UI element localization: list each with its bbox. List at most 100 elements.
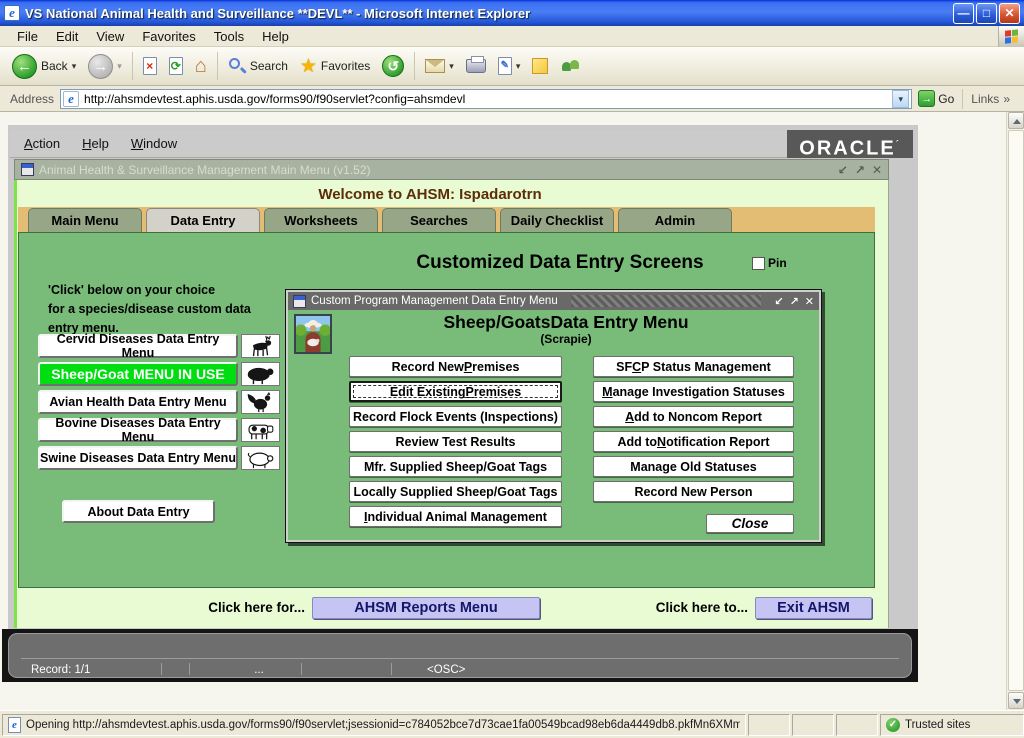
sheep-icon	[241, 362, 280, 386]
home-button[interactable]: ⌂	[189, 52, 213, 81]
messenger-button[interactable]	[554, 55, 588, 77]
address-url: http://ahsmdevtest.aphis.usda.gov/forms9…	[84, 92, 892, 106]
back-button[interactable]: ← Back ▾	[6, 51, 82, 82]
address-label: Address	[4, 92, 60, 106]
add-to-noncom-report-button[interactable]: Add to Noncom Report	[593, 406, 794, 427]
status-text: Opening http://ahsmdevtest.aphis.usda.go…	[26, 719, 740, 731]
scroll-up-button[interactable]	[1008, 112, 1024, 129]
stop-button[interactable]: ×	[137, 54, 163, 78]
pin-checkbox[interactable]	[752, 257, 765, 270]
toolbar-separator	[414, 52, 415, 80]
mail-dropdown-icon[interactable]: ▾	[449, 61, 454, 72]
scroll-down-button[interactable]	[1008, 692, 1024, 709]
record-indicator: Record: 1/1	[31, 664, 90, 676]
oracle-menu-help[interactable]: Help	[82, 136, 109, 151]
add-to-notification-report-button[interactable]: Add to Notification Report	[593, 431, 794, 452]
discuss-button[interactable]	[526, 55, 554, 77]
menu-favorites[interactable]: Favorites	[133, 27, 204, 46]
forward-button[interactable]: → ▾	[82, 51, 128, 82]
exit-ahsm-button[interactable]: Exit AHSM	[755, 597, 872, 619]
favorites-label: Favorites	[321, 59, 370, 73]
mdi-minimize-icon[interactable]: ↙	[838, 163, 848, 177]
ahsm-reports-menu-button[interactable]: AHSM Reports Menu	[312, 597, 540, 619]
back-label: Back	[41, 59, 68, 73]
avian-menu-button[interactable]: Avian Health Data Entry Menu	[38, 390, 238, 414]
manage-old-statuses-button[interactable]: Manage Old Statuses	[593, 456, 794, 477]
vertical-scrollbar[interactable]	[1006, 112, 1024, 710]
history-button[interactable]: ↺	[376, 52, 410, 80]
close-button[interactable]: ✕	[999, 3, 1020, 24]
edit-existing-premises-button[interactable]: Edit Existing Premises	[349, 381, 562, 402]
browser-window: e VS National Animal Health and Surveill…	[0, 0, 1024, 738]
review-test-results-button[interactable]: Review Test Results	[349, 431, 562, 452]
go-icon: →	[918, 90, 935, 107]
custom-program-dialog: Custom Program Management Data Entry Men…	[285, 289, 822, 543]
minimize-button[interactable]: —	[953, 3, 974, 24]
record-flock-events-button[interactable]: Record Flock Events (Inspections)	[349, 406, 562, 427]
go-button[interactable]: → Go	[912, 90, 962, 107]
trusted-sites-check-icon: ✓	[886, 718, 900, 732]
about-data-entry-button[interactable]: About Data Entry	[62, 500, 215, 523]
pin-checkbox-group: Pin	[752, 256, 787, 270]
maximize-button[interactable]: □	[976, 3, 997, 24]
search-button[interactable]: Search	[222, 54, 294, 78]
print-button[interactable]	[460, 56, 492, 76]
cervid-menu-button[interactable]: Cervid Diseases Data Entry Menu	[38, 334, 238, 358]
address-dropdown-icon[interactable]: ▾	[892, 90, 909, 108]
tab-daily-checklist[interactable]: Daily Checklist	[500, 208, 614, 232]
tab-main-menu[interactable]: Main Menu	[28, 208, 142, 232]
dialog-heading: Sheep/GoatsData Entry Menu (Scrapie)	[356, 312, 776, 346]
edit-button[interactable]: ✎ ▾	[492, 54, 527, 78]
status-divider	[21, 658, 899, 659]
links-button[interactable]: Links »	[962, 89, 1020, 109]
home-icon: ⌂	[195, 55, 207, 78]
loading-page-icon: e	[8, 717, 21, 733]
tab-strip: Main Menu Data Entry Worksheets Searches…	[18, 207, 875, 232]
window-title: VS National Animal Health and Surveillan…	[25, 6, 951, 21]
address-input[interactable]: e http://ahsmdevtest.aphis.usda.gov/form…	[60, 89, 912, 109]
tab-worksheets[interactable]: Worksheets	[264, 208, 378, 232]
oracle-menubar: Action Help Window	[10, 130, 787, 158]
individual-animal-management-button[interactable]: Individual Animal Management	[349, 506, 562, 527]
mdi-restore-icon[interactable]: ↗	[855, 163, 865, 177]
oracle-menu-window[interactable]: Window	[131, 136, 177, 151]
oracle-menu-action[interactable]: Action	[24, 136, 60, 151]
dialog-close-button[interactable]: Close	[706, 514, 794, 533]
shepherd-image	[294, 314, 332, 354]
back-dropdown-icon[interactable]: ▾	[72, 61, 77, 72]
mail-button[interactable]: ▾	[419, 56, 460, 76]
tab-admin[interactable]: Admin	[618, 208, 732, 232]
menu-view[interactable]: View	[87, 27, 133, 46]
swine-menu-button[interactable]: Swine Diseases Data Entry Menu	[38, 446, 238, 470]
ie-logo-icon: e	[4, 5, 20, 21]
manage-investigation-statuses-button[interactable]: Manage Investigation Statuses	[593, 381, 794, 402]
dialog-minimize-icon[interactable]: ↙	[774, 295, 783, 308]
status-dots: ...	[239, 664, 279, 676]
record-new-person-button[interactable]: Record New Person	[593, 481, 794, 502]
locally-supplied-tags-button[interactable]: Locally Supplied Sheep/Goat Tags	[349, 481, 562, 502]
toolbar-separator	[217, 52, 218, 80]
mdi-window-title: Animal Health & Surveillance Management …	[39, 163, 371, 177]
links-chevron-icon: »	[1003, 92, 1010, 106]
mfr-supplied-tags-button[interactable]: Mfr. Supplied Sheep/Goat Tags	[349, 456, 562, 477]
dialog-restore-icon[interactable]: ↗	[790, 295, 799, 308]
edit-dropdown-icon[interactable]: ▾	[516, 61, 521, 72]
sheep-goat-menu-button[interactable]: Sheep/Goat MENU IN USE	[38, 362, 238, 386]
record-new-premises-button[interactable]: Record New Premises	[349, 356, 562, 377]
menu-file[interactable]: File	[8, 27, 47, 46]
edit-icon: ✎	[498, 57, 512, 75]
scrollbar-thumb[interactable]	[1008, 130, 1024, 691]
refresh-button[interactable]: ⟳	[163, 54, 189, 78]
menu-help[interactable]: Help	[253, 27, 298, 46]
bovine-menu-button[interactable]: Bovine Diseases Data Entry Menu	[38, 418, 238, 442]
menu-tools[interactable]: Tools	[205, 27, 253, 46]
tab-data-entry[interactable]: Data Entry	[146, 208, 260, 232]
messenger-icon	[560, 58, 582, 74]
menu-edit[interactable]: Edit	[47, 27, 87, 46]
sfcp-status-management-button[interactable]: SFCP Status Management	[593, 356, 794, 377]
dialog-close-icon[interactable]: ✕	[805, 295, 814, 308]
mdi-close-icon[interactable]: ✕	[872, 163, 882, 177]
tab-searches[interactable]: Searches	[382, 208, 496, 232]
dialog-titlebar[interactable]: Custom Program Management Data Entry Men…	[288, 292, 819, 310]
favorites-button[interactable]: ★ Favorites	[294, 52, 376, 81]
